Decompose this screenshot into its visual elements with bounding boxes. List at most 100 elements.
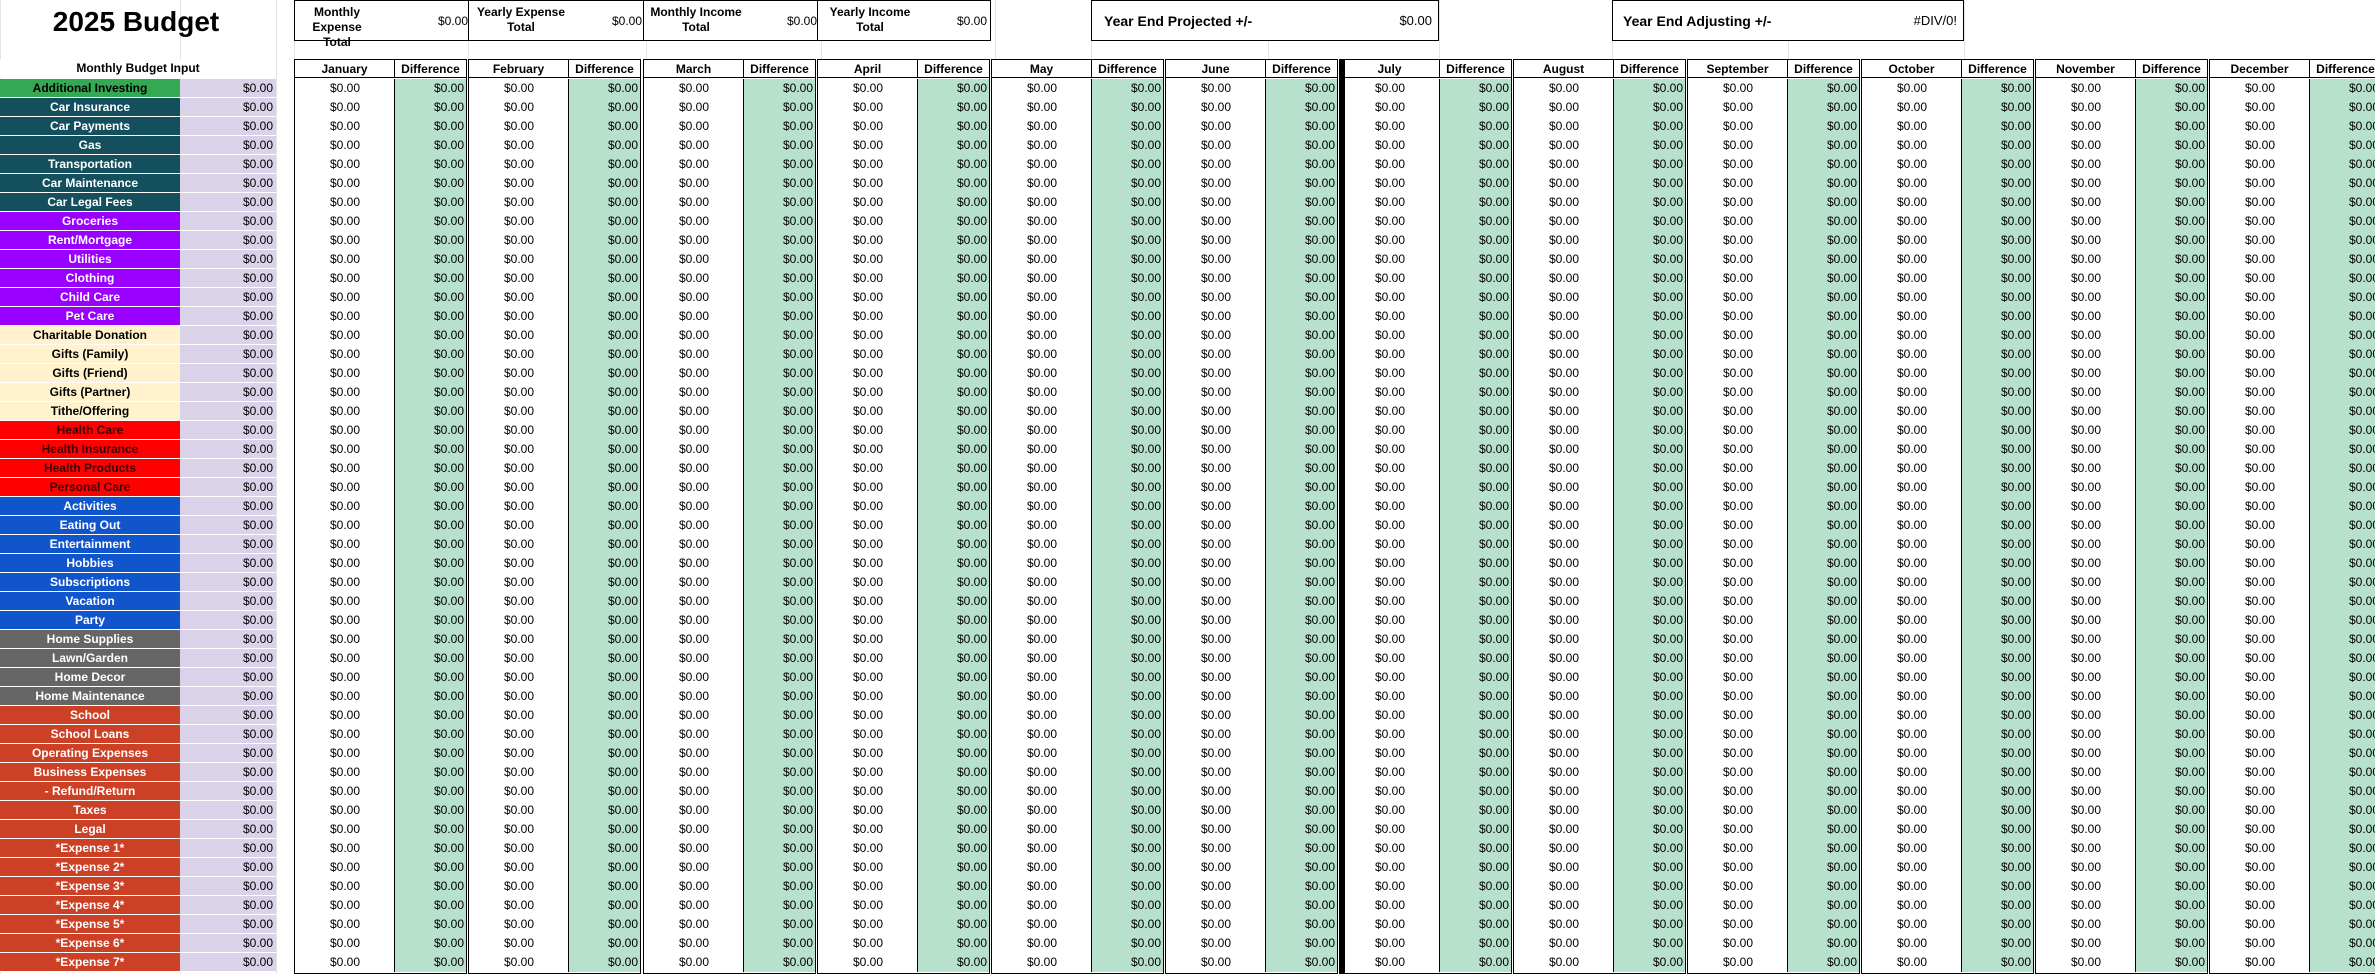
month-value-cell[interactable]: $0.00 xyxy=(643,193,744,212)
month-value-cell[interactable]: $0.00 xyxy=(1687,896,1788,915)
month-value-cell[interactable]: $0.00 xyxy=(1165,877,1266,896)
budget-input-cell[interactable]: $0.00 xyxy=(180,687,276,706)
month-value-cell[interactable]: $0.00 xyxy=(1513,915,1614,934)
month-value-cell[interactable]: $0.00 xyxy=(817,611,918,630)
budget-input-cell[interactable]: $0.00 xyxy=(180,478,276,497)
month-value-cell[interactable]: $0.00 xyxy=(468,307,569,326)
month-value-cell[interactable]: $0.00 xyxy=(1861,402,1962,421)
month-value-cell[interactable]: $0.00 xyxy=(817,744,918,763)
month-value-cell[interactable]: $0.00 xyxy=(294,250,395,269)
month-value-cell[interactable]: $0.00 xyxy=(991,212,1092,231)
month-value-cell[interactable]: $0.00 xyxy=(817,364,918,383)
month-value-cell[interactable]: $0.00 xyxy=(294,79,395,98)
month-value-cell[interactable]: $0.00 xyxy=(2035,611,2136,630)
month-value-cell[interactable]: $0.00 xyxy=(1687,459,1788,478)
month-value-cell[interactable]: $0.00 xyxy=(1687,535,1788,554)
month-value-cell[interactable]: $0.00 xyxy=(2035,231,2136,250)
month-value-cell[interactable]: $0.00 xyxy=(468,79,569,98)
budget-input-cell[interactable]: $0.00 xyxy=(180,801,276,820)
month-value-cell[interactable]: $0.00 xyxy=(1339,782,1440,801)
month-value-cell[interactable]: $0.00 xyxy=(1861,687,1962,706)
month-value-cell[interactable]: $0.00 xyxy=(817,687,918,706)
month-value-cell[interactable]: $0.00 xyxy=(2209,858,2310,877)
month-value-cell[interactable]: $0.00 xyxy=(991,611,1092,630)
month-value-cell[interactable]: $0.00 xyxy=(1165,763,1266,782)
month-value-cell[interactable]: $0.00 xyxy=(2035,155,2136,174)
budget-input-cell[interactable]: $0.00 xyxy=(180,79,276,98)
budget-input-cell[interactable]: $0.00 xyxy=(180,725,276,744)
month-value-cell[interactable]: $0.00 xyxy=(468,421,569,440)
month-value-cell[interactable]: $0.00 xyxy=(1513,554,1614,573)
month-value-cell[interactable]: $0.00 xyxy=(1687,155,1788,174)
month-value-cell[interactable]: $0.00 xyxy=(1513,383,1614,402)
month-value-cell[interactable]: $0.00 xyxy=(468,117,569,136)
month-value-cell[interactable]: $0.00 xyxy=(991,630,1092,649)
month-value-cell[interactable]: $0.00 xyxy=(2035,516,2136,535)
month-value-cell[interactable]: $0.00 xyxy=(817,877,918,896)
month-value-cell[interactable]: $0.00 xyxy=(294,630,395,649)
budget-input-cell[interactable]: $0.00 xyxy=(180,250,276,269)
month-value-cell[interactable]: $0.00 xyxy=(468,231,569,250)
budget-input-cell[interactable]: $0.00 xyxy=(180,193,276,212)
month-value-cell[interactable]: $0.00 xyxy=(1165,611,1266,630)
month-value-cell[interactable]: $0.00 xyxy=(1687,402,1788,421)
month-value-cell[interactable]: $0.00 xyxy=(643,896,744,915)
month-value-cell[interactable]: $0.00 xyxy=(1165,630,1266,649)
month-value-cell[interactable]: $0.00 xyxy=(294,364,395,383)
month-value-cell[interactable]: $0.00 xyxy=(1687,307,1788,326)
month-value-cell[interactable]: $0.00 xyxy=(1339,687,1440,706)
budget-input-cell[interactable]: $0.00 xyxy=(180,326,276,345)
month-value-cell[interactable]: $0.00 xyxy=(817,915,918,934)
month-value-cell[interactable]: $0.00 xyxy=(1165,193,1266,212)
month-value-cell[interactable]: $0.00 xyxy=(643,535,744,554)
month-value-cell[interactable]: $0.00 xyxy=(1339,193,1440,212)
month-value-cell[interactable]: $0.00 xyxy=(2035,744,2136,763)
month-value-cell[interactable]: $0.00 xyxy=(468,896,569,915)
month-value-cell[interactable]: $0.00 xyxy=(991,326,1092,345)
month-value-cell[interactable]: $0.00 xyxy=(1165,269,1266,288)
month-value-cell[interactable]: $0.00 xyxy=(2035,668,2136,687)
month-value-cell[interactable]: $0.00 xyxy=(1687,288,1788,307)
month-value-cell[interactable]: $0.00 xyxy=(1513,687,1614,706)
month-value-cell[interactable]: $0.00 xyxy=(1513,364,1614,383)
adjusting-value[interactable]: #DIV/0! xyxy=(1914,13,1957,28)
month-value-cell[interactable]: $0.00 xyxy=(1513,212,1614,231)
month-value-cell[interactable]: $0.00 xyxy=(817,193,918,212)
budget-input-cell[interactable]: $0.00 xyxy=(180,497,276,516)
month-value-cell[interactable]: $0.00 xyxy=(294,801,395,820)
month-value-cell[interactable]: $0.00 xyxy=(294,744,395,763)
budget-input-cell[interactable]: $0.00 xyxy=(180,915,276,934)
month-value-cell[interactable]: $0.00 xyxy=(468,326,569,345)
month-value-cell[interactable]: $0.00 xyxy=(643,820,744,839)
month-value-cell[interactable]: $0.00 xyxy=(294,136,395,155)
month-value-cell[interactable]: $0.00 xyxy=(1687,231,1788,250)
month-value-cell[interactable]: $0.00 xyxy=(1339,269,1440,288)
month-value-cell[interactable]: $0.00 xyxy=(1339,364,1440,383)
month-value-cell[interactable]: $0.00 xyxy=(468,516,569,535)
budget-input-cell[interactable]: $0.00 xyxy=(180,421,276,440)
month-value-cell[interactable]: $0.00 xyxy=(1687,801,1788,820)
month-value-cell[interactable]: $0.00 xyxy=(817,155,918,174)
month-value-cell[interactable]: $0.00 xyxy=(817,345,918,364)
month-value-cell[interactable]: $0.00 xyxy=(1165,782,1266,801)
month-value-cell[interactable]: $0.00 xyxy=(1513,402,1614,421)
month-value-cell[interactable]: $0.00 xyxy=(2035,421,2136,440)
month-value-cell[interactable]: $0.00 xyxy=(2035,345,2136,364)
month-value-cell[interactable]: $0.00 xyxy=(991,744,1092,763)
month-value-cell[interactable]: $0.00 xyxy=(817,592,918,611)
month-value-cell[interactable]: $0.00 xyxy=(1513,421,1614,440)
month-value-cell[interactable]: $0.00 xyxy=(1165,706,1266,725)
month-value-cell[interactable]: $0.00 xyxy=(468,98,569,117)
month-value-cell[interactable]: $0.00 xyxy=(1687,269,1788,288)
budget-input-cell[interactable]: $0.00 xyxy=(180,440,276,459)
budget-input-cell[interactable]: $0.00 xyxy=(180,174,276,193)
month-value-cell[interactable]: $0.00 xyxy=(991,877,1092,896)
month-value-cell[interactable]: $0.00 xyxy=(991,592,1092,611)
month-value-cell[interactable]: $0.00 xyxy=(1513,326,1614,345)
month-value-cell[interactable]: $0.00 xyxy=(1339,744,1440,763)
month-value-cell[interactable]: $0.00 xyxy=(1165,478,1266,497)
month-value-cell[interactable]: $0.00 xyxy=(643,953,744,972)
budget-input-cell[interactable]: $0.00 xyxy=(180,744,276,763)
month-value-cell[interactable]: $0.00 xyxy=(1513,839,1614,858)
month-value-cell[interactable]: $0.00 xyxy=(643,345,744,364)
